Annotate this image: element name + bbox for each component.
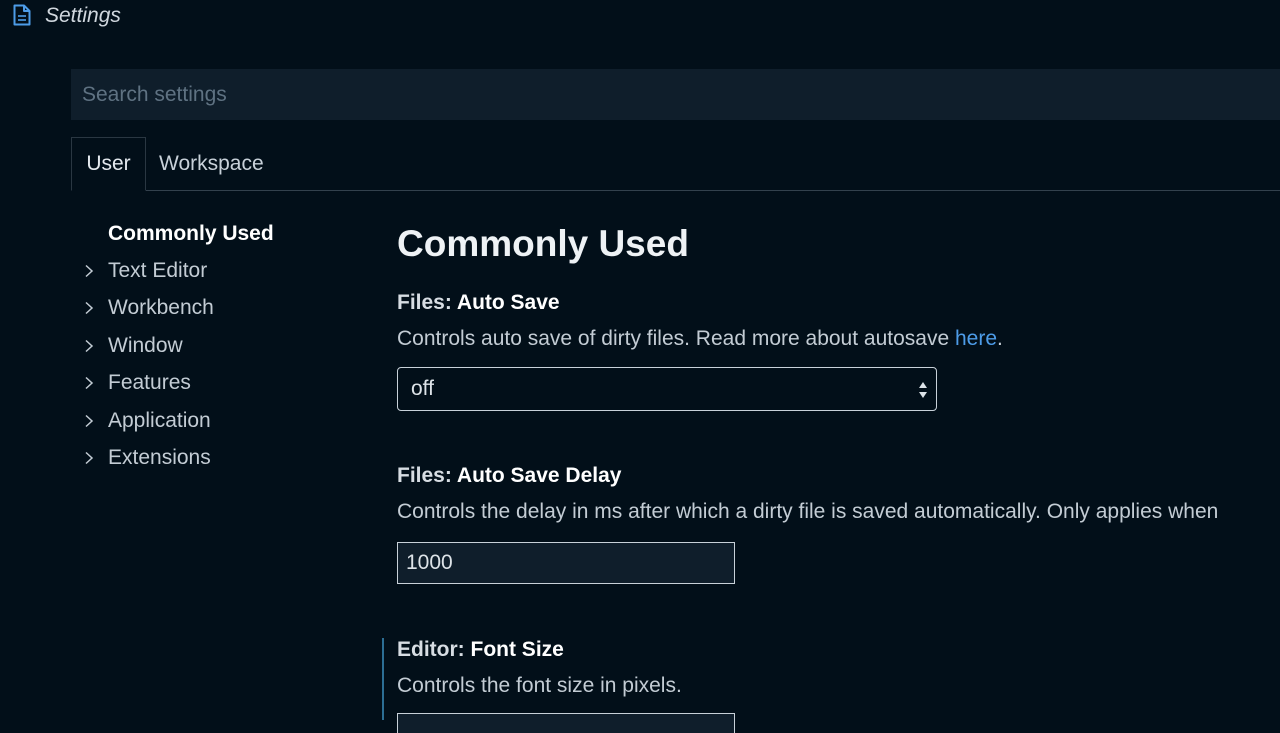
description-text: Controls the delay in ms after which a d…: [397, 500, 1219, 523]
search-settings-input[interactable]: [71, 69, 1280, 120]
auto-save-select[interactable]: off: [397, 367, 937, 411]
autosave-link[interactable]: here: [955, 327, 997, 350]
setting-files-auto-save-delay: Files: Auto Save Delay Controls the dela…: [397, 464, 1280, 524]
setting-name: Auto Save: [456, 291, 560, 314]
description-suffix: .: [997, 327, 1003, 350]
toc-item-features[interactable]: Features: [80, 365, 360, 402]
toc-item-label: Features: [108, 371, 191, 395]
setting-description: Controls the font size in pixels.: [397, 674, 1280, 698]
setting-category: Files:: [397, 291, 457, 314]
chevron-right-icon: [85, 414, 94, 427]
description-text: Controls auto save of dirty files. Read …: [397, 327, 955, 350]
chevron-right-icon: [85, 377, 94, 390]
select-value: off: [411, 377, 434, 400]
toc-item-window[interactable]: Window: [80, 327, 360, 364]
settings-scope-tabs: User Workspace: [71, 137, 1280, 191]
toc-item-commonly-used[interactable]: Commonly Used: [80, 215, 360, 252]
chevron-right-icon: [85, 302, 94, 315]
setting-title: Files: Auto Save Delay: [397, 464, 1280, 488]
file-icon: [13, 4, 31, 26]
toc-item-label: Extensions: [108, 446, 211, 470]
toc-item-label: Text Editor: [108, 259, 208, 283]
setting-description: Controls auto save of dirty files. Read …: [397, 327, 1280, 351]
chevron-right-icon: [85, 265, 94, 278]
chevron-right-icon: [85, 339, 94, 352]
setting-editor-font-size: Editor: Font Size Controls the font size…: [397, 638, 1280, 698]
chevron-right-icon: [85, 451, 94, 465]
toc-item-extensions[interactable]: Extensions: [80, 439, 360, 476]
tab-workspace[interactable]: Workspace: [159, 137, 264, 191]
setting-files-auto-save: Files: Auto Save Controls auto save of d…: [397, 291, 1280, 351]
setting-category: Editor:: [397, 638, 471, 661]
toc-item-label: Commonly Used: [108, 221, 274, 245]
toc-item-label: Application: [108, 408, 211, 432]
setting-category: Files:: [397, 464, 457, 487]
settings-toc: Commonly Used Text Editor Workbench Wind…: [80, 215, 360, 477]
toc-item-label: Workbench: [108, 296, 214, 320]
font-size-input[interactable]: [397, 713, 735, 733]
setting-title: Editor: Font Size: [397, 638, 1280, 662]
setting-name: Font Size: [470, 638, 564, 661]
toc-item-workbench[interactable]: Workbench: [80, 290, 360, 327]
focused-setting-indicator: [382, 638, 384, 720]
setting-title: Files: Auto Save: [397, 291, 1280, 315]
toc-item-text-editor[interactable]: Text Editor: [80, 252, 360, 289]
setting-description: Controls the delay in ms after which a d…: [397, 500, 1280, 524]
auto-save-delay-input[interactable]: [397, 542, 735, 584]
section-title: Commonly Used: [397, 223, 689, 264]
description-text: Controls the font size in pixels.: [397, 674, 682, 697]
title-bar: Settings: [0, 0, 1280, 36]
tab-user[interactable]: User: [71, 137, 146, 191]
toc-item-application[interactable]: Application: [80, 402, 360, 439]
select-arrows-icon: [919, 382, 927, 398]
setting-name: Auto Save Delay: [456, 464, 622, 487]
window-title: Settings: [45, 4, 121, 27]
toc-item-label: Window: [108, 333, 183, 357]
